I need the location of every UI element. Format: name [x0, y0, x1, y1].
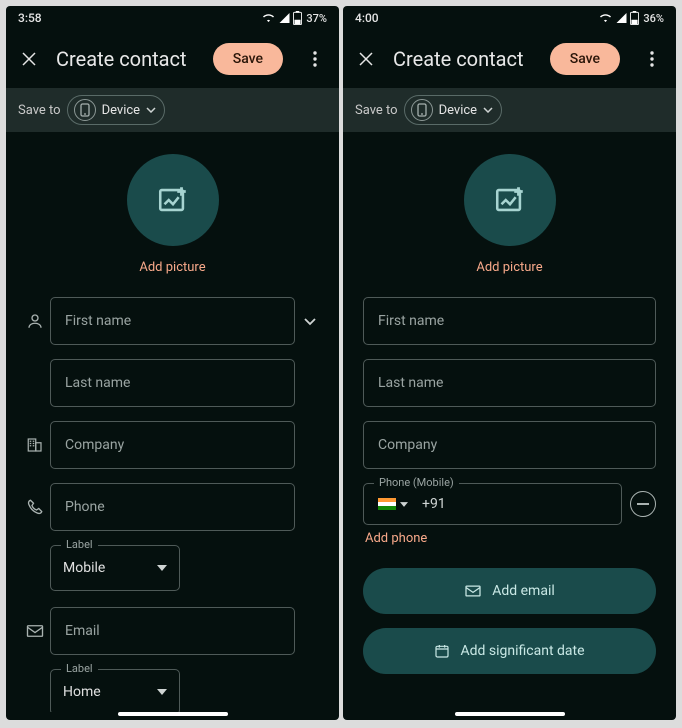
chip-label: Device	[102, 103, 141, 118]
email-row: Email	[20, 607, 325, 655]
email-label-dropdown[interactable]: Label Home	[50, 669, 180, 712]
first-name-field[interactable]: First name	[363, 297, 656, 345]
phone-label-row: Label Mobile	[50, 545, 325, 591]
first-name-field[interactable]: First name	[50, 297, 295, 345]
expand-name-icon[interactable]	[295, 316, 325, 326]
last-name-row: Last name	[20, 359, 325, 407]
name-row: First name	[20, 297, 325, 345]
company-field[interactable]: Company	[50, 421, 295, 469]
save-to-label: Save to	[355, 103, 398, 118]
status-indicators: 36%	[598, 11, 664, 25]
add-image-icon	[156, 183, 190, 217]
add-picture-section: Add picture	[20, 148, 325, 275]
status-indicators: 37%	[261, 11, 327, 25]
company-row: Company	[20, 421, 325, 469]
add-picture-button[interactable]	[464, 154, 556, 246]
device-icon	[411, 99, 433, 121]
signal-icon	[278, 12, 291, 24]
save-to-bar: Save to Device	[6, 88, 339, 132]
country-flag-picker[interactable]	[378, 498, 408, 510]
battery-icon	[293, 11, 302, 25]
phone-field[interactable]: Phone	[50, 483, 295, 531]
close-icon[interactable]	[357, 50, 375, 68]
save-to-label: Save to	[18, 103, 61, 118]
app-bar: Create contact Save	[6, 30, 339, 88]
email-icon	[464, 584, 482, 598]
status-bar: 3:58 37%	[6, 6, 339, 30]
page-title: Create contact	[393, 47, 532, 71]
dropdown-arrow-icon	[157, 565, 167, 571]
chevron-down-icon	[146, 107, 156, 113]
email-label-row: Label Home	[50, 669, 325, 712]
device-icon	[74, 99, 96, 121]
status-time: 4:00	[355, 11, 379, 25]
add-image-icon	[493, 183, 527, 217]
building-icon	[20, 436, 50, 454]
battery-percent: 37%	[306, 12, 327, 25]
phone-row: Phone	[20, 483, 325, 531]
battery-percent: 36%	[643, 12, 664, 25]
dial-code: +91	[422, 496, 446, 512]
add-picture-button[interactable]	[127, 154, 219, 246]
phone-screen-left: 3:58 37% Create contact Save Save to Dev…	[6, 6, 339, 720]
gesture-handle[interactable]	[455, 712, 565, 716]
email-icon	[20, 623, 50, 639]
person-icon	[20, 312, 50, 330]
battery-icon	[630, 11, 639, 25]
status-time: 3:58	[18, 11, 42, 25]
last-name-field[interactable]: Last name	[363, 359, 656, 407]
email-field[interactable]: Email	[50, 607, 295, 655]
add-date-button[interactable]: Add significant date	[363, 628, 656, 674]
chevron-down-icon	[483, 107, 493, 113]
save-button[interactable]: Save	[550, 43, 620, 75]
dropdown-arrow-icon	[400, 502, 408, 507]
gesture-handle[interactable]	[118, 712, 228, 716]
close-icon[interactable]	[20, 50, 38, 68]
form-content: Add picture First name Last name	[6, 132, 339, 712]
status-bar: 4:00 36%	[343, 6, 676, 30]
form-content: Add picture First name Last name Company…	[343, 132, 676, 712]
wifi-icon	[598, 12, 613, 24]
phone-label-dropdown[interactable]: Label Mobile	[50, 545, 180, 591]
add-phone-link[interactable]: Add phone	[365, 531, 656, 546]
phone-legend: Phone (Mobile)	[374, 476, 459, 489]
save-to-bar: Save to Device	[343, 88, 676, 132]
save-to-chip[interactable]: Device	[67, 95, 166, 125]
phone-label-caption: Label	[61, 538, 98, 551]
phone-icon	[20, 498, 50, 516]
add-picture-link[interactable]: Add picture	[139, 260, 205, 275]
phone-screen-right: 4:00 36% Create contact Save Save to Dev…	[343, 6, 676, 720]
save-button[interactable]: Save	[213, 43, 283, 75]
email-label-caption: Label	[61, 662, 98, 675]
wifi-icon	[261, 12, 276, 24]
flag-india-icon	[378, 498, 396, 510]
page-title: Create contact	[56, 47, 195, 71]
dropdown-arrow-icon	[157, 689, 167, 695]
add-email-button[interactable]: Add email	[363, 568, 656, 614]
company-field[interactable]: Company	[363, 421, 656, 469]
save-to-chip[interactable]: Device	[404, 95, 503, 125]
remove-phone-button[interactable]	[630, 491, 656, 517]
last-name-field[interactable]: Last name	[50, 359, 295, 407]
overflow-menu-icon[interactable]	[638, 45, 666, 73]
overflow-menu-icon[interactable]	[301, 45, 329, 73]
add-picture-section: Add picture	[363, 148, 656, 275]
phone-fieldset[interactable]: Phone (Mobile) +91	[363, 483, 622, 525]
chip-label: Device	[439, 103, 478, 118]
add-picture-link[interactable]: Add picture	[476, 260, 542, 275]
minus-icon	[637, 503, 649, 505]
signal-icon	[615, 12, 628, 24]
app-bar: Create contact Save	[343, 30, 676, 88]
calendar-icon	[434, 643, 450, 659]
